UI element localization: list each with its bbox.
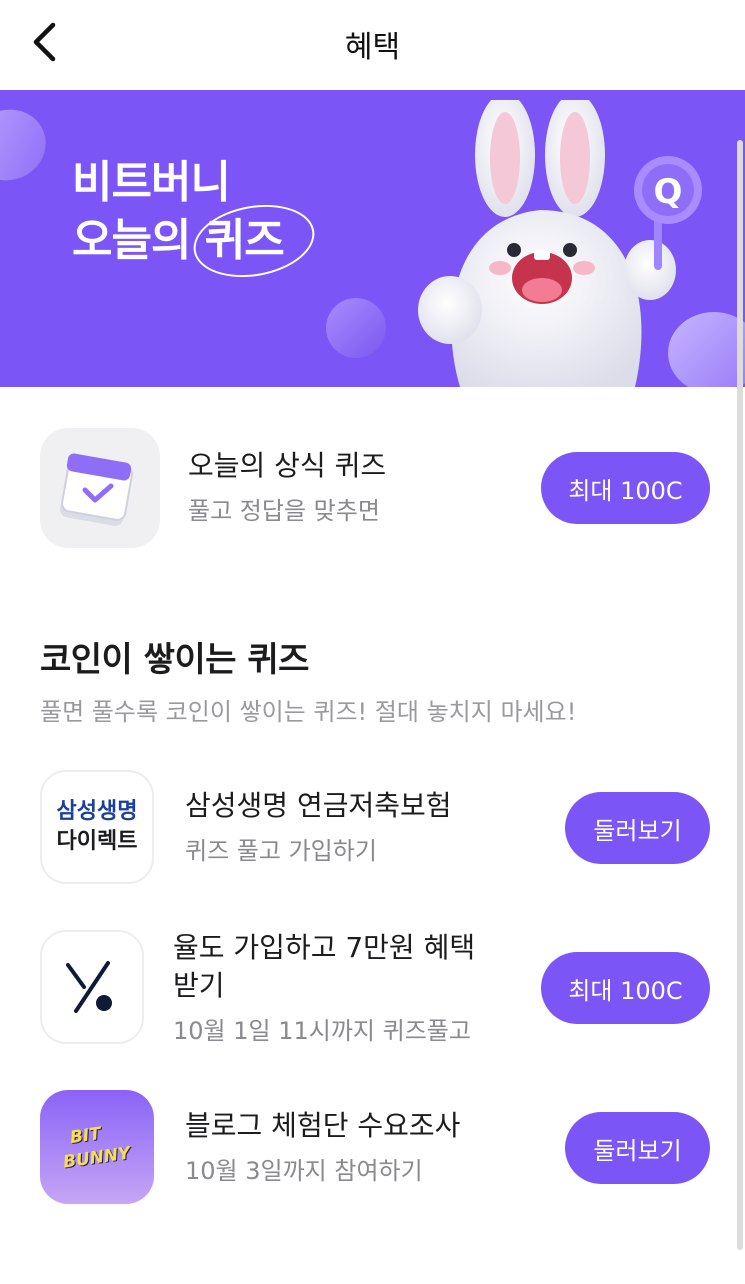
quiz-banner[interactable]: 비트버니 오늘의 퀴즈 Q [0,90,745,387]
daily-quiz-row[interactable]: 오늘의 상식 퀴즈 풀고 정답을 맞추면 최대 100C [0,428,745,548]
coin-decoration [326,298,386,358]
bitbunny-logo: BIT BUNNY [40,1090,154,1204]
browse-button[interactable]: 둘러보기 [565,792,710,864]
item-subtitle: 퀴즈 풀고 가입하기 [185,837,377,865]
scrollbar[interactable] [737,140,743,1250]
section-title: 코인이 쌓이는 퀴즈 [40,640,309,680]
daily-quiz-icon [40,428,160,548]
bunny-mascot-illustration: Q [418,100,702,387]
quiz-item-yuldo[interactable]: 율도 가입하고 7만원 혜택 받기 10월 1일 11시까지 퀴즈풀고 최대 1… [0,928,745,1058]
samsung-life-direct-logo: 삼성생명 다이렉트 [40,770,154,884]
banner-line-2: 오늘의 퀴즈 [72,195,320,287]
yuldo-mark-icon [66,961,112,1013]
top-bar: 혜택 [0,0,745,90]
logo-text-line-1: 삼성생명 [56,799,138,824]
banner-highlight: 퀴즈 [187,195,320,287]
item-title: 삼성생명 연금저축보험 [185,789,452,822]
daily-quiz-subtitle: 풀고 정답을 맞추면 [188,497,380,525]
page-title: 혜택 [344,30,401,65]
banner-headline: 비트버니 오늘의 퀴즈 [72,154,320,287]
item-subtitle: 10월 1일 11시까지 퀴즈풀고 [173,1017,471,1045]
section-subtitle: 풀면 풀수록 코인이 쌓이는 퀴즈! 절대 놓치지 마세요! [40,698,577,726]
item-title-line-2: 받기 [173,969,225,1002]
logo-text-line-1: BIT [68,1123,102,1149]
item-subtitle: 10월 3일까지 참여하기 [185,1157,423,1185]
calendar-check-icon [60,453,133,526]
browse-button[interactable]: 둘러보기 [565,1112,710,1184]
banner-line-2-prefix: 오늘의 [72,215,205,266]
svg-text:Q: Q [654,172,683,212]
banner-line-1: 비트버니 [72,157,231,208]
item-title-line-1: 율도 가입하고 7만원 혜택 [173,931,476,964]
quiz-item-samsung[interactable]: 삼성생명 다이렉트 삼성생명 연금저축보험 퀴즈 풀고 가입하기 둘러보기 [0,770,745,886]
daily-quiz-title: 오늘의 상식 퀴즈 [188,449,387,482]
logo-text-line-2: 다이렉트 [56,829,138,854]
item-title: 블로그 체험단 수요조사 [185,1109,461,1142]
yuldo-logo [40,930,144,1044]
quiz-item-bitbunny[interactable]: BIT BUNNY 블로그 체험단 수요조사 10월 3일까지 참여하기 둘러보… [0,1090,745,1206]
daily-quiz-reward-button[interactable]: 최대 100C [541,452,710,524]
coin-decoration [0,99,56,191]
reward-button[interactable]: 최대 100C [541,952,710,1024]
